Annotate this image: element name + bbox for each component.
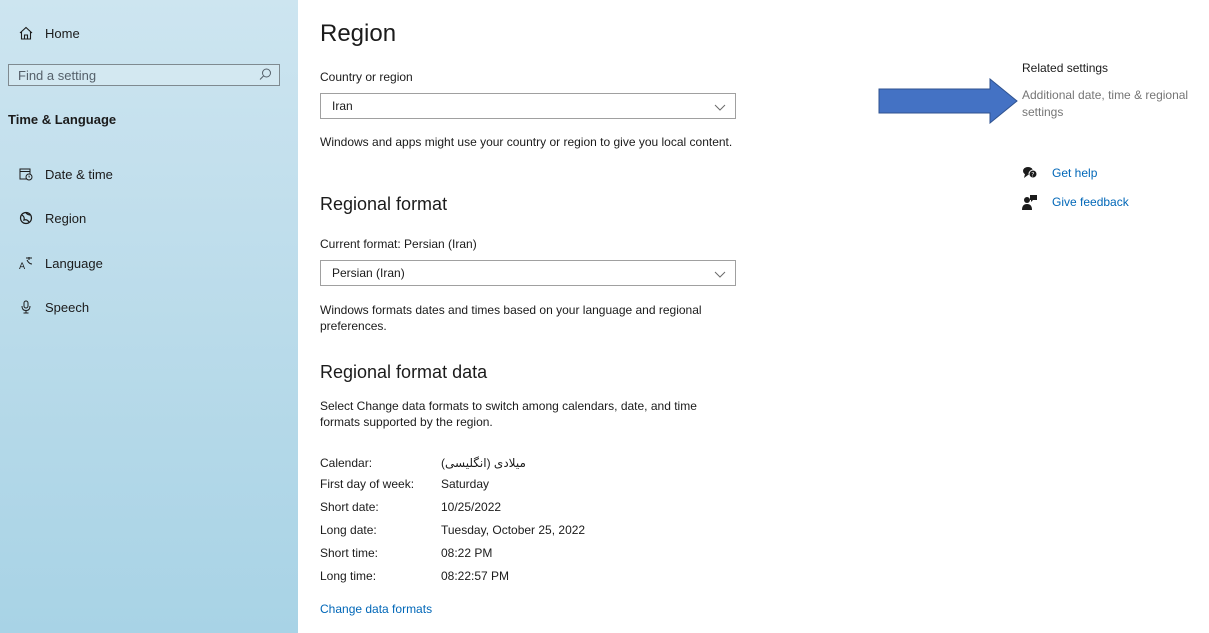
sidebar: Home Time & Language Date & time Region …: [0, 0, 298, 633]
search-icon[interactable]: [257, 67, 273, 83]
sidebar-home-label: Home: [45, 25, 80, 41]
format-key: Short time:: [320, 546, 379, 560]
sidebar-item-date-time[interactable]: Date & time: [0, 157, 298, 191]
calendar-clock-icon: [18, 166, 34, 182]
help-chat-icon: ?: [1022, 165, 1038, 181]
microphone-icon: [18, 299, 34, 315]
sidebar-item-speech[interactable]: Speech: [0, 290, 298, 324]
related-settings-panel: Related settings Additional date, time &…: [1022, 0, 1209, 633]
country-label: Country or region: [320, 70, 413, 84]
sidebar-item-label: Speech: [45, 299, 90, 315]
get-help-label: Get help: [1052, 166, 1098, 180]
sidebar-item-label: Date & time: [45, 166, 113, 182]
sidebar-section-title: Time & Language: [8, 112, 117, 127]
svg-text:A: A: [19, 262, 26, 270]
annotation-arrow-icon: [878, 78, 1018, 124]
sidebar-item-language[interactable]: A Language: [0, 246, 298, 280]
chevron-down-icon: [713, 267, 727, 281]
format-key: Long time:: [320, 569, 377, 583]
regional-format-dropdown[interactable]: Persian (Iran): [320, 260, 736, 286]
country-value: Iran: [332, 99, 353, 113]
sidebar-item-home[interactable]: Home: [0, 16, 298, 50]
globe-icon: [18, 210, 34, 226]
home-icon: [18, 25, 34, 41]
format-data-heading: Regional format data: [320, 362, 488, 382]
feedback-person-icon: [1022, 194, 1038, 210]
format-value: Tuesday, October 25, 2022: [441, 523, 586, 537]
related-settings-title: Related settings: [1022, 61, 1109, 75]
search-input[interactable]: [9, 65, 248, 85]
chevron-down-icon: [713, 100, 727, 114]
format-value: میلادی (انگلیسی): [441, 456, 526, 470]
sidebar-item-label: Region: [45, 210, 87, 226]
regional-format-heading: Regional format: [320, 194, 448, 214]
current-format-label: Current format: Persian (Iran): [320, 237, 477, 251]
main-content: Region Country or region Iran Windows an…: [320, 0, 760, 633]
format-key: Long date:: [320, 523, 377, 537]
give-feedback-label: Give feedback: [1052, 195, 1129, 209]
format-value: 08:22 PM: [441, 546, 493, 560]
format-data-description: Select Change data formats to switch amo…: [320, 399, 697, 429]
format-value: Saturday: [441, 477, 490, 491]
format-key: Calendar:: [320, 456, 373, 470]
regional-format-description: Windows formats dates and times based on…: [320, 303, 702, 333]
regional-format-value: Persian (Iran): [332, 266, 405, 280]
country-description: Windows and apps might use your country …: [320, 135, 733, 149]
format-value: 08:22:57 PM: [441, 569, 510, 583]
format-key: First day of week:: [320, 477, 415, 491]
sidebar-item-region[interactable]: Region: [0, 201, 298, 235]
sidebar-item-label: Language: [45, 255, 103, 271]
svg-text:?: ?: [1031, 172, 1034, 179]
format-key: Short date:: [320, 500, 379, 514]
country-dropdown[interactable]: Iran: [320, 93, 736, 119]
search-box[interactable]: [8, 64, 280, 86]
page-title: Region: [320, 20, 397, 47]
format-value: 10/25/2022: [441, 500, 502, 514]
additional-settings-link[interactable]: Additional date, time & regional setting…: [1022, 87, 1209, 121]
language-icon: A: [18, 255, 34, 271]
change-data-formats-link[interactable]: Change data formats: [320, 602, 432, 616]
